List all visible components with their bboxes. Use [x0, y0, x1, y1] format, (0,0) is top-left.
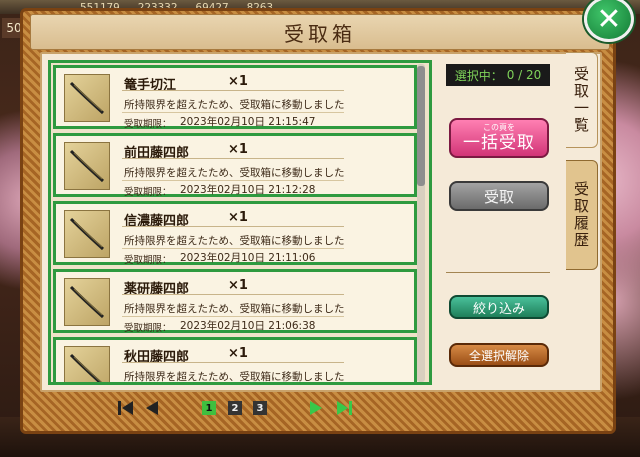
- divider: [122, 158, 344, 159]
- deadline-value: 2023年02月10日 21:15:47: [180, 116, 316, 128]
- list-item[interactable]: 秋田藤四郎 ×1 所持限界を超えたため、受取箱に移動しました: [53, 337, 417, 383]
- item-message: 所持限界を超えたため、受取箱に移動しました: [124, 371, 345, 383]
- close-icon: ✕: [596, 1, 622, 37]
- list-item[interactable]: 信濃藤四郎 ×1 所持限界を超えたため、受取箱に移動しました 受取期限： 202…: [53, 201, 417, 266]
- sword-icon: [64, 210, 110, 258]
- tab-receive-history[interactable]: 受取履歴: [566, 160, 598, 270]
- bulk-receive-button[interactable]: この頁を 一括受取: [449, 118, 549, 158]
- page-3-button[interactable]: 3: [253, 401, 267, 415]
- item-quantity: ×1: [228, 74, 248, 89]
- scroll-thumb[interactable]: [417, 66, 425, 186]
- sword-icon: [64, 346, 110, 382]
- divider: [122, 90, 344, 91]
- divider: [122, 112, 344, 113]
- item-message: 所持限界を超えたため、受取箱に移動しました: [124, 99, 345, 111]
- deadline-value: 2023年02月10日 21:12:28: [180, 184, 316, 196]
- item-quantity: ×1: [228, 346, 248, 361]
- list-item[interactable]: 篭手切江 ×1 所持限界を超えたため、受取箱に移動しました 受取期限： 2023…: [53, 65, 417, 130]
- sword-icon: [64, 278, 110, 326]
- filter-button[interactable]: 絞り込み: [449, 295, 549, 319]
- clear-selection-button[interactable]: 全選択解除: [449, 343, 549, 367]
- first-page-icon[interactable]: [116, 398, 136, 418]
- selection-label: 選択中：: [454, 68, 503, 83]
- sword-icon: [64, 142, 110, 190]
- item-quantity: ×1: [228, 278, 248, 293]
- panel-title: 受取箱: [30, 14, 610, 50]
- divider: [122, 316, 344, 317]
- item-message: 所持限界を超えたため、受取箱に移動しました: [124, 235, 345, 247]
- pagination: 1 2 3: [116, 398, 366, 420]
- page-2-button[interactable]: 2: [228, 401, 242, 415]
- list-item[interactable]: 前田藤四郎 ×1 所持限界を超えたため、受取箱に移動しました 受取期限： 202…: [53, 133, 417, 198]
- page-1-button[interactable]: 1: [202, 401, 216, 415]
- list-item[interactable]: 薬研藤四郎 ×1 所持限界を超えたため、受取箱に移動しました 受取期限： 202…: [53, 269, 417, 334]
- prev-page-icon[interactable]: [142, 398, 162, 418]
- item-quantity: ×1: [228, 210, 248, 225]
- item-message: 所持限界を超えたため、受取箱に移動しました: [124, 303, 345, 315]
- item-list: 篭手切江 ×1 所持限界を超えたため、受取箱に移動しました 受取期限： 2023…: [48, 60, 432, 385]
- selection-value: 0 / 20: [506, 68, 542, 82]
- deadline-label: 受取期限：: [124, 119, 172, 130]
- next-page-icon[interactable]: [306, 398, 326, 418]
- divider: [122, 226, 344, 227]
- item-message: 所持限界を超えたため、受取箱に移動しました: [124, 167, 345, 179]
- deadline-value: 2023年02月10日 21:11:06: [180, 252, 316, 264]
- bulk-receive-sublabel: この頁を: [483, 123, 515, 132]
- divider: [446, 272, 550, 273]
- last-page-icon[interactable]: [334, 398, 354, 418]
- deadline-label: 受取期限：: [124, 323, 172, 334]
- selection-counter: 選択中： 0 / 20: [446, 64, 550, 86]
- deadline-label: 受取期限：: [124, 255, 172, 266]
- deadline-value: 2023年02月10日 21:06:38: [180, 320, 316, 332]
- tab-receive-list[interactable]: 受取一覧: [566, 52, 598, 148]
- divider: [122, 180, 344, 181]
- receive-button[interactable]: 受取: [449, 181, 549, 211]
- divider: [122, 294, 344, 295]
- list-scrollbar[interactable]: [417, 64, 425, 382]
- bulk-receive-label: 一括受取: [463, 133, 535, 153]
- deadline-label: 受取期限：: [124, 187, 172, 198]
- divider: [122, 362, 344, 363]
- divider: [122, 248, 344, 249]
- sword-icon: [64, 74, 110, 122]
- item-quantity: ×1: [228, 142, 248, 157]
